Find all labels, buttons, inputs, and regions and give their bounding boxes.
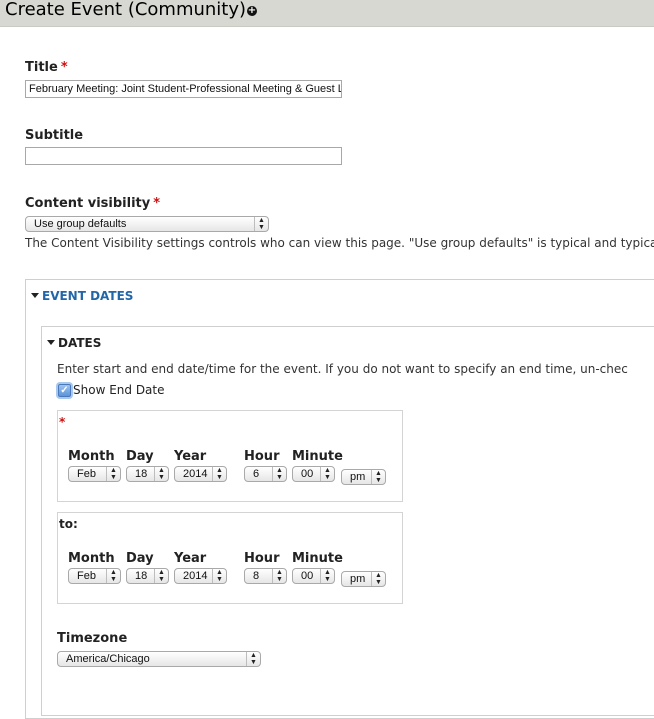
required-mark: * xyxy=(60,60,68,75)
end-hour-select[interactable]: 8 ▲ ▼ xyxy=(244,568,287,584)
timezone-select[interactable]: America/Chicago ▲ ▼ xyxy=(57,651,261,667)
dates-help: Enter start and end date/time for the ev… xyxy=(57,362,628,376)
select-arrows-icon: ▲ ▼ xyxy=(371,572,385,586)
select-arrows-icon: ▲ ▼ xyxy=(212,467,226,481)
content-visibility-label: Content visibility * xyxy=(25,196,161,211)
end-month-select[interactable]: Feb ▲ ▼ xyxy=(68,568,121,584)
select-arrows-icon: ▲ ▼ xyxy=(154,467,168,481)
start-month-select[interactable]: Feb ▲ ▼ xyxy=(68,466,121,482)
start-hour-select[interactable]: 6 ▲ ▼ xyxy=(244,466,287,482)
select-arrows-icon: ▲ ▼ xyxy=(154,569,168,583)
subtitle-input[interactable] xyxy=(25,147,342,165)
show-end-date-checkbox[interactable]: ✓ xyxy=(58,384,71,397)
minute-label: Minute xyxy=(292,551,343,566)
end-ampm-select[interactable]: pm ▲ ▼ xyxy=(341,571,386,587)
select-arrows-icon: ▲ ▼ xyxy=(272,467,286,481)
subtitle-label: Subtitle xyxy=(25,128,84,143)
day-label: Day xyxy=(126,551,154,566)
start-day-select[interactable]: 18 ▲ ▼ xyxy=(126,466,169,482)
collapse-triangle-icon xyxy=(31,293,39,298)
start-minute-select[interactable]: 00 ▲ ▼ xyxy=(292,466,335,482)
to-label: to: xyxy=(59,517,78,531)
required-mark: * xyxy=(59,415,66,429)
select-arrows-icon: ▲ ▼ xyxy=(254,217,268,231)
circle-plus-icon[interactable]: + xyxy=(247,6,257,16)
select-arrows-icon: ▲ ▼ xyxy=(106,467,120,481)
end-day-select[interactable]: 18 ▲ ▼ xyxy=(126,568,169,584)
timezone-label: Timezone xyxy=(57,631,128,646)
content-visibility-help: The Content Visibility settings controls… xyxy=(25,236,654,250)
dates-toggle[interactable]: DATES xyxy=(47,336,101,350)
select-arrows-icon: ▲ ▼ xyxy=(246,652,260,666)
select-arrows-icon: ▲ ▼ xyxy=(212,569,226,583)
select-arrows-icon: ▲ ▼ xyxy=(371,470,385,484)
show-end-date-label[interactable]: Show End Date xyxy=(73,383,165,397)
content-visibility-select[interactable]: Use group defaults ▲ ▼ xyxy=(25,216,269,232)
end-year-select[interactable]: 2014 ▲ ▼ xyxy=(174,568,227,584)
hour-label: Hour xyxy=(244,449,280,464)
event-dates-toggle[interactable]: EVENT DATES xyxy=(31,289,133,303)
select-arrows-icon: ▲ ▼ xyxy=(320,467,334,481)
collapse-triangle-icon xyxy=(47,340,55,345)
select-arrows-icon: ▲ ▼ xyxy=(320,569,334,583)
day-label: Day xyxy=(126,449,154,464)
month-label: Month xyxy=(68,449,115,464)
year-label: Year xyxy=(174,551,207,566)
select-arrows-icon: ▲ ▼ xyxy=(272,569,286,583)
title-label: Title * xyxy=(25,60,68,75)
page-title: Create Event (Community) xyxy=(5,0,247,20)
start-year-select[interactable]: 2014 ▲ ▼ xyxy=(174,466,227,482)
hour-label: Hour xyxy=(244,551,280,566)
required-mark: * xyxy=(153,196,161,211)
end-minute-select[interactable]: 00 ▲ ▼ xyxy=(292,568,335,584)
page-header: Create Event (Community) + xyxy=(0,0,654,27)
title-input[interactable]: February Meeting: Joint Student-Professi… xyxy=(25,80,342,98)
start-ampm-select[interactable]: pm ▲ ▼ xyxy=(341,469,386,485)
month-label: Month xyxy=(68,551,115,566)
minute-label: Minute xyxy=(292,449,343,464)
select-arrows-icon: ▲ ▼ xyxy=(106,569,120,583)
year-label: Year xyxy=(174,449,207,464)
